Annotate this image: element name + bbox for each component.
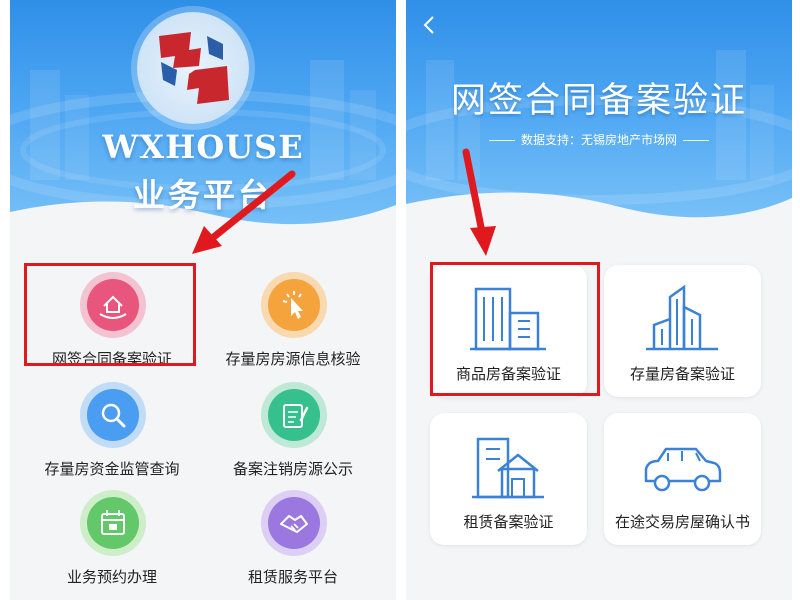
- card-label: 在途交易房屋确认书: [614, 513, 750, 531]
- card-existing-house-verify[interactable]: 存量房备案验证: [604, 265, 761, 397]
- handshake-icon: [268, 497, 320, 549]
- skyscrapers-icon: [646, 284, 718, 351]
- rental-house-icon: [472, 437, 544, 499]
- card-label: 租赁备案验证: [463, 513, 554, 531]
- menu-label: 存量房资金监管查询: [44, 460, 180, 478]
- brand-subtitle: 业务平台: [132, 176, 273, 214]
- puzzle-logo-icon: [159, 32, 229, 104]
- magnifier-icon: [87, 389, 139, 441]
- menu-icon-circle: [261, 382, 327, 448]
- highlight-box-contract-verify: [24, 263, 196, 366]
- data-source-note: 数据支持：无锡房地产市场网: [406, 131, 792, 148]
- menu-item-cancellation-notice[interactable]: 备案注销房源公示: [203, 382, 383, 492]
- menu-icon-circle: [80, 490, 146, 556]
- menu-icon-circle: [80, 382, 146, 448]
- menu-label: 备案注销房源公示: [232, 460, 353, 478]
- card-transaction-confirmation[interactable]: 在途交易房屋确认书: [604, 413, 761, 545]
- highlight-box-commercial-house: [430, 262, 600, 396]
- calendar-icon: [87, 497, 139, 549]
- car-icon: [644, 447, 722, 492]
- notepad-pen-icon: [268, 389, 320, 441]
- card-label: 存量房备案验证: [629, 365, 735, 383]
- menu-item-rental-platform[interactable]: 租赁服务平台: [203, 490, 383, 600]
- data-source-text: 数据支持：无锡房地产市场网: [520, 133, 677, 147]
- contract-verify-screen: 网签合同备案验证 数据支持：无锡房地产市场网 商品房备案验证 存量房备案验证 租…: [406, 0, 792, 600]
- menu-item-appointment[interactable]: 业务预约办理: [22, 490, 202, 600]
- card-rental-verify[interactable]: 租赁备案验证: [430, 413, 587, 545]
- menu-item-property-info-check[interactable]: 存量房房源信息核验: [203, 272, 383, 382]
- home-hero-banner: WXHOUSE 业务平台: [10, 0, 396, 240]
- divider: [683, 140, 709, 141]
- wxhouse-home-screen: WXHOUSE 业务平台 网签合同备案验证 存量房房源信息核验 存量房资金监管查…: [10, 0, 396, 600]
- menu-item-fund-supervision[interactable]: 存量房资金监管查询: [22, 382, 202, 492]
- cursor-click-icon: [268, 279, 320, 331]
- divider: [488, 140, 515, 141]
- menu-label: 租赁服务平台: [247, 568, 338, 586]
- menu-label: 业务预约办理: [66, 568, 157, 586]
- verify-hero-banner: 网签合同备案验证 数据支持：无锡房地产市场网: [406, 0, 792, 230]
- page-title: 网签合同备案验证: [450, 81, 747, 121]
- back-chevron-icon[interactable]: [422, 14, 442, 40]
- menu-icon-circle: [261, 272, 327, 338]
- wxhouse-logo: [137, 12, 249, 124]
- brand-title: WXHOUSE: [102, 128, 304, 166]
- menu-icon-circle: [261, 490, 327, 556]
- menu-label: 存量房房源信息核验: [225, 350, 361, 368]
